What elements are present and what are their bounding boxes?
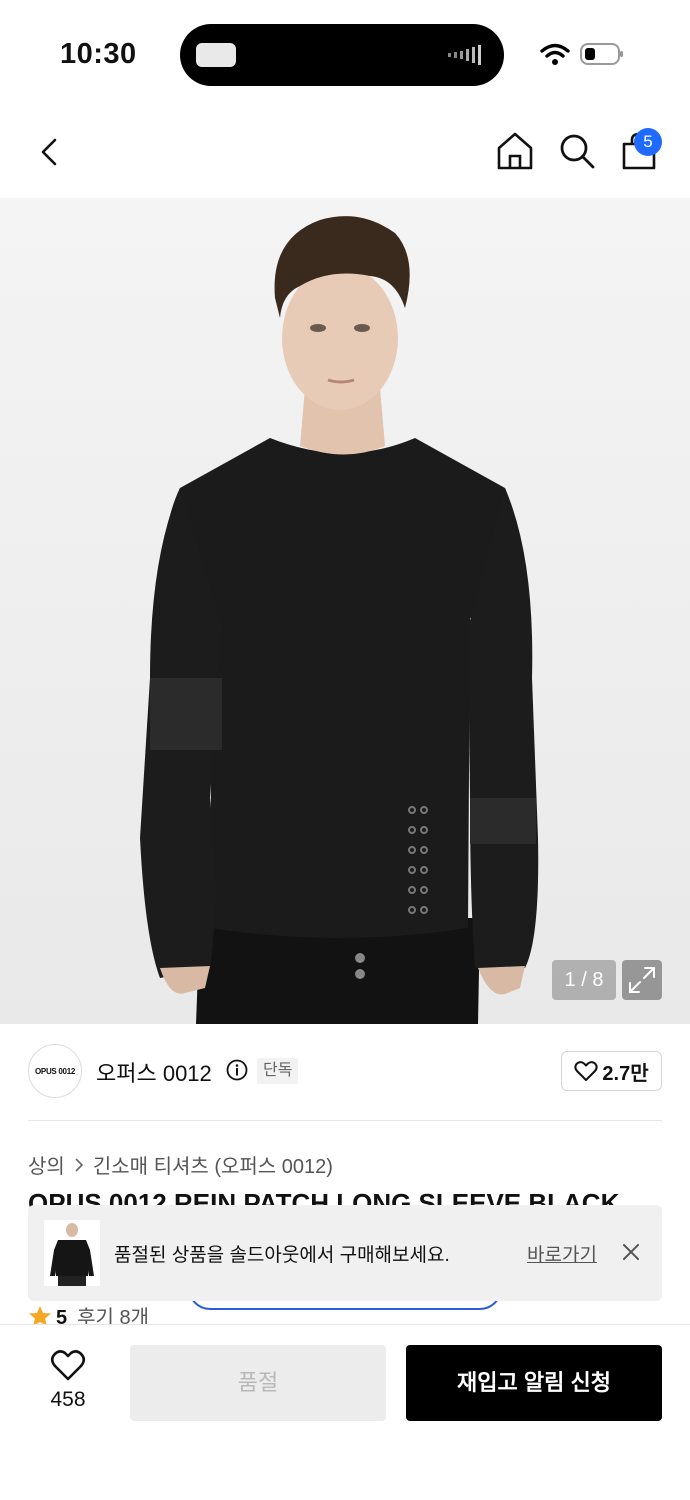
top-navigation [0,110,690,198]
brand-logo[interactable]: OPUS 0012 [28,1044,82,1098]
brand-like-button[interactable]: 2.7만 [561,1051,662,1091]
brand-name[interactable]: 오퍼스 0012 [96,1056,212,1088]
product-image[interactable] [0,198,690,1024]
heart-icon [574,1061,599,1081]
island-thumbnail [196,43,236,67]
chevron-right-icon [75,1157,83,1172]
soldout-button[interactable]: 품절 [130,1345,386,1421]
image-counter: 1 / 8 [552,960,616,1000]
exclusive-badge: 단독 [257,1058,299,1084]
wishlist-heart-icon[interactable] [50,1348,86,1382]
model-illustration [140,216,539,1024]
back-icon[interactable] [30,132,70,172]
toast-link[interactable]: 바로가기 [527,1240,597,1267]
close-icon[interactable] [620,1241,642,1263]
info-icon[interactable] [226,1059,248,1081]
wishlist-count: 458 [50,1388,86,1411]
home-icon[interactable] [494,130,536,172]
breadcrumb-category[interactable]: 상의 [28,1150,65,1179]
status-time: 10:30 [60,38,137,70]
breadcrumb-subcategory[interactable]: 긴소매 티셔츠 (오퍼스 0012) [93,1150,333,1179]
restock-alert-button[interactable]: 재입고 알림 신청 [406,1345,662,1421]
wifi-icon [540,43,570,65]
soldout-toast: 품절된 상품을 솔드아웃에서 구매해보세요. 바로가기 [28,1205,662,1301]
dynamic-island [180,24,504,86]
cart-count-badge: 5 [634,128,662,156]
divider [28,1120,662,1121]
status-bar: 10:30 [0,0,690,110]
audio-wave-icon [448,45,481,65]
brand-like-count: 2.7만 [602,1062,649,1085]
battery-icon [580,43,623,65]
breadcrumb: 상의 긴소매 티셔츠 (오퍼스 0012) [28,1150,333,1179]
toast-message: 품절된 상품을 솔드아웃에서 구매해보세요. [114,1245,450,1266]
expand-icon[interactable] [622,960,662,1000]
toast-product-thumbnail [44,1220,100,1286]
search-icon[interactable] [556,130,598,172]
